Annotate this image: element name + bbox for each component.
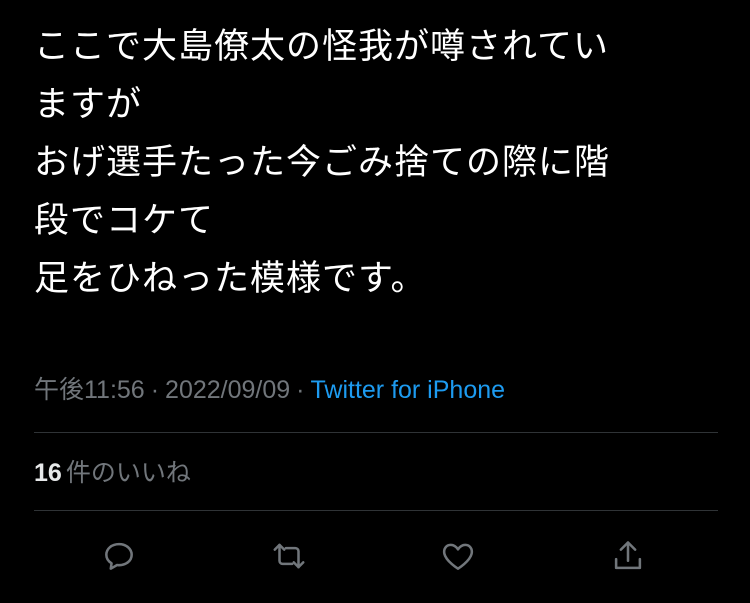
divider [34, 510, 718, 511]
likes-label: 件のいいね [65, 458, 191, 487]
tweet-date[interactable]: 2022/09/09 [165, 376, 290, 404]
tweet-detail: ここで大島僚太の怪我が噂されてい ますが おげ選手たった今ごみ捨ての際に階 段で… [0, 0, 750, 603]
tweet-text-line: ここで大島僚太の怪我が噂されてい [34, 27, 609, 67]
tweet-text-line: 段でコケて [34, 201, 215, 241]
tweet-text-line: ますが [34, 85, 143, 125]
retweet-icon [273, 543, 305, 569]
reply-icon [105, 542, 133, 570]
reply-button[interactable] [97, 534, 141, 578]
tweet-metadata: 午後11:56 · 2022/09/09 · Twitter for iPhone [34, 372, 505, 408]
tweet-text-line: おげ選手たった今ごみ捨ての際に階 [34, 143, 611, 183]
tweet-time[interactable]: 午後11:56 [34, 376, 145, 404]
tweet-text-line: 足をひねった模様です。 [34, 259, 427, 299]
share-icon [614, 541, 642, 570]
tweet-text: ここで大島僚太の怪我が噂されてい ますが おげ選手たった今ごみ捨ての際に階 段で… [34, 18, 724, 308]
meta-separator: · [150, 376, 160, 404]
share-button[interactable] [606, 534, 650, 578]
tweet-source-link[interactable]: Twitter for iPhone [311, 376, 506, 404]
meta-separator: · [296, 376, 305, 404]
likes-count-link[interactable]: 16 件のいいね [34, 455, 191, 491]
heart-icon [442, 543, 474, 570]
likes-count: 16 [34, 459, 62, 487]
divider [34, 432, 718, 433]
tweet-action-bar [0, 530, 750, 582]
retweet-button[interactable] [267, 534, 311, 578]
like-button[interactable] [436, 534, 480, 578]
